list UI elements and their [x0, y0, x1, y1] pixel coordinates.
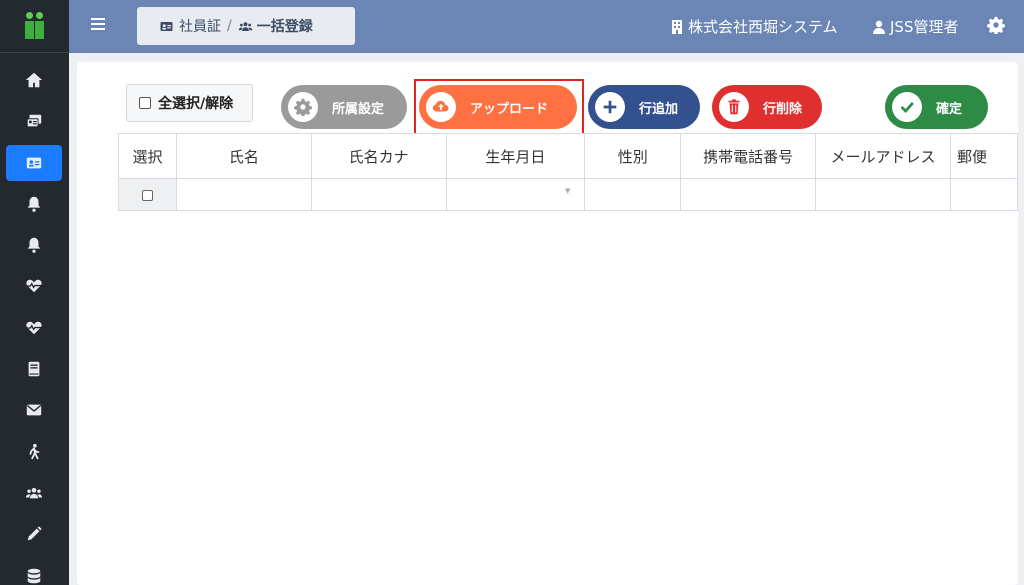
column-header: 性別 — [584, 133, 682, 179]
table-row: ▼ — [118, 178, 1018, 211]
gender-cell[interactable] — [584, 178, 682, 211]
logo — [0, 0, 69, 53]
name-cell[interactable] — [175, 178, 312, 211]
email-cell[interactable] — [815, 178, 951, 211]
user-menu[interactable]: JSS管理者 — [872, 16, 958, 37]
breadcrumb-separator: / — [227, 18, 232, 34]
confirm-button[interactable]: 確定 — [885, 85, 988, 129]
column-header: 選択 — [118, 133, 177, 179]
plus-icon — [595, 92, 625, 122]
hamburger-menu-icon[interactable] — [91, 18, 105, 32]
birthdate-cell[interactable]: ▼ — [445, 178, 586, 211]
pencil-icon[interactable] — [6, 516, 62, 552]
column-header: メールアドレス — [815, 133, 951, 179]
heartbeat-icon[interactable] — [6, 268, 62, 304]
dept-setting-button[interactable]: 所属設定 — [281, 85, 407, 129]
column-header: 氏名カナ — [310, 133, 447, 179]
bell-icon[interactable] — [6, 186, 62, 222]
select-all-label: 全選択/解除 — [158, 96, 234, 112]
delete-row-button[interactable]: 行削除 — [712, 85, 822, 129]
content-card: 全選択/解除 所属設定 アップロード 行追加 行削除 確定 選択 氏名 氏名カナ… — [77, 62, 1018, 585]
walking-icon[interactable] — [6, 434, 62, 470]
dropdown-caret-icon: ▼ — [564, 187, 571, 195]
confirm-label: 確定 — [936, 101, 963, 117]
column-header: 携帯電話番号 — [680, 133, 817, 179]
company-name: 株式会社西堀システム — [670, 16, 838, 37]
table-header-row: 選択 氏名 氏名カナ 生年月日 性別 携帯電話番号 メールアドレス 郵便 — [118, 133, 1018, 179]
users-icon[interactable] — [6, 475, 62, 511]
add-row-button[interactable]: 行追加 — [588, 85, 700, 129]
dept-setting-label: 所属設定 — [332, 101, 385, 117]
envelope-icon[interactable] — [6, 392, 62, 428]
add-row-label: 行追加 — [639, 101, 679, 117]
select-all-button[interactable]: 全選択/解除 — [126, 84, 253, 122]
topbar: 社員証 / 一括登録 株式会社西堀システム JSS管理者 — [69, 0, 1024, 53]
row-checkbox[interactable] — [141, 189, 153, 201]
name-kana-cell[interactable] — [310, 178, 447, 211]
database-icon[interactable] — [6, 558, 62, 585]
id-card-icon — [160, 21, 173, 31]
breadcrumb-parent[interactable]: 社員証 — [179, 16, 221, 36]
building-icon — [672, 19, 682, 34]
users-icon — [238, 21, 252, 31]
delete-row-label: 行削除 — [763, 101, 803, 117]
check-icon — [892, 92, 922, 122]
trash-icon — [719, 92, 749, 122]
home-icon[interactable] — [6, 62, 62, 98]
column-header: 郵便 — [950, 133, 1018, 179]
id-cards-icon[interactable] — [6, 103, 62, 139]
gear-icon[interactable] — [987, 16, 1005, 34]
upload-highlight-box — [414, 79, 584, 137]
select-all-checkbox[interactable] — [139, 97, 151, 109]
mobile-cell[interactable] — [680, 178, 817, 211]
sidebar — [0, 0, 69, 585]
column-header: 生年月日 — [445, 133, 586, 179]
breadcrumb: 社員証 / 一括登録 — [137, 7, 355, 45]
gear-icon — [288, 92, 318, 122]
bulk-registration-table: 選択 氏名 氏名カナ 生年月日 性別 携帯電話番号 メールアドレス 郵便 ▼ — [118, 133, 1018, 211]
postal-cell[interactable] — [950, 178, 1018, 211]
bell-icon[interactable] — [6, 227, 62, 263]
company-label: 株式会社西堀システム — [688, 18, 838, 36]
id-card-icon[interactable] — [6, 145, 62, 181]
row-select-cell[interactable] — [118, 178, 177, 211]
user-label: JSS管理者 — [890, 18, 959, 36]
book-icon[interactable] — [6, 351, 62, 387]
breadcrumb-current: 一括登録 — [256, 19, 313, 35]
user-icon — [873, 20, 885, 34]
column-header: 氏名 — [175, 133, 312, 179]
heartbeat-icon[interactable] — [6, 310, 62, 346]
